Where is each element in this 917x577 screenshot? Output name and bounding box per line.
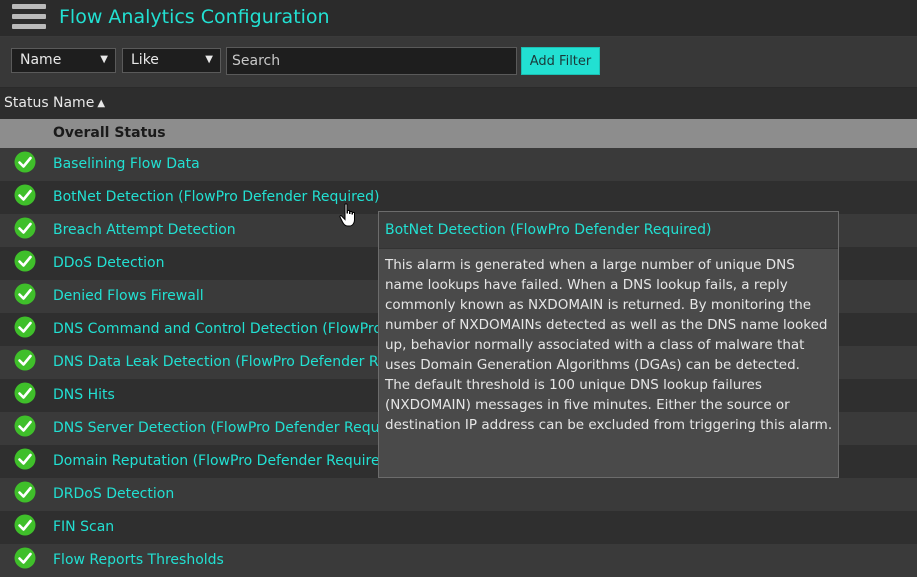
filter-bar: Name ▼ Like ▼ Add Filter xyxy=(0,37,917,88)
checkmark-circle-icon xyxy=(14,382,36,404)
hamburger-menu-icon[interactable] xyxy=(12,4,46,30)
checkmark-circle-icon xyxy=(14,481,36,503)
tooltip-title: BotNet Detection (FlowPro Defender Requi… xyxy=(385,222,712,238)
row-name-link[interactable]: Breach Attempt Detection xyxy=(53,222,236,238)
operator-select-value: Like xyxy=(131,52,159,68)
checkmark-circle-icon xyxy=(14,184,36,206)
row-name-link[interactable]: DRDoS Detection xyxy=(53,486,174,502)
row-name-link[interactable]: BotNet Detection (FlowPro Defender Requi… xyxy=(53,189,380,205)
operator-select[interactable]: Like ▼ xyxy=(122,48,221,73)
row-name-link[interactable]: FIN Scan xyxy=(53,519,114,535)
checkmark-circle-icon xyxy=(14,250,36,272)
column-header-status[interactable]: Status xyxy=(4,95,49,111)
column-header-name-label: Name xyxy=(53,95,95,111)
row-name-link[interactable]: Domain Reputation (FlowPro Defender Requ… xyxy=(53,453,380,469)
tooltip-header: BotNet Detection (FlowPro Defender Requi… xyxy=(379,212,838,249)
search-input[interactable] xyxy=(226,47,517,75)
sort-ascending-icon: ▲ xyxy=(97,98,106,109)
row-name-link[interactable]: DDoS Detection xyxy=(53,255,164,271)
checkmark-circle-icon xyxy=(14,217,36,239)
table-row[interactable]: FIN Scan xyxy=(0,511,917,544)
checkmark-circle-icon xyxy=(14,514,36,536)
table-row[interactable]: BotNet Detection (FlowPro Defender Requi… xyxy=(0,181,917,214)
table-header: Status Name ▲ xyxy=(0,88,917,119)
row-name-link[interactable]: DNS Server Detection (FlowPro Defender R… xyxy=(53,420,379,436)
row-name-link[interactable]: DNS Hits xyxy=(53,387,115,403)
row-name-link[interactable]: Flow Reports Thresholds xyxy=(53,552,224,568)
row-name-link[interactable]: Baselining Flow Data xyxy=(53,156,200,172)
checkmark-circle-icon xyxy=(14,349,36,371)
tooltip-paragraph: The default threshold is 100 unique DNS … xyxy=(385,377,833,433)
field-select-value: Name xyxy=(20,52,62,68)
app-title: Flow Analytics Configuration xyxy=(59,6,330,28)
tooltip-popup: BotNet Detection (FlowPro Defender Requi… xyxy=(378,211,839,478)
title-bar: Flow Analytics Configuration xyxy=(0,0,917,36)
group-row-overall-status: Overall Status xyxy=(0,119,917,148)
chevron-down-icon: ▼ xyxy=(205,54,213,65)
checkmark-circle-icon xyxy=(14,283,36,305)
checkmark-circle-icon xyxy=(14,415,36,437)
table-row[interactable]: DRDoS Detection xyxy=(0,478,917,511)
checkmark-circle-icon xyxy=(14,316,36,338)
add-filter-button[interactable]: Add Filter xyxy=(521,47,600,75)
row-name-link[interactable]: DNS Data Leak Detection (FlowPro Defende… xyxy=(53,354,387,370)
checkmark-circle-icon xyxy=(14,547,36,569)
table-row[interactable]: Baselining Flow Data xyxy=(0,148,917,181)
chevron-down-icon: ▼ xyxy=(100,54,108,65)
table-row[interactable]: Flow Reports Thresholds xyxy=(0,544,917,577)
row-name-link[interactable]: Denied Flows Firewall xyxy=(53,288,204,304)
tooltip-body: This alarm is generated when a large num… xyxy=(385,255,835,435)
hand-pointer-icon xyxy=(339,203,355,227)
tooltip-paragraph: This alarm is generated when a large num… xyxy=(385,257,828,373)
checkmark-circle-icon xyxy=(14,448,36,470)
column-header-name[interactable]: Name ▲ xyxy=(53,95,105,111)
checkmark-circle-icon xyxy=(14,151,36,173)
field-select[interactable]: Name ▼ xyxy=(11,48,116,73)
group-label: Overall Status xyxy=(53,125,166,141)
row-name-link[interactable]: DNS Command and Control Detection (FlowP… xyxy=(53,321,382,337)
